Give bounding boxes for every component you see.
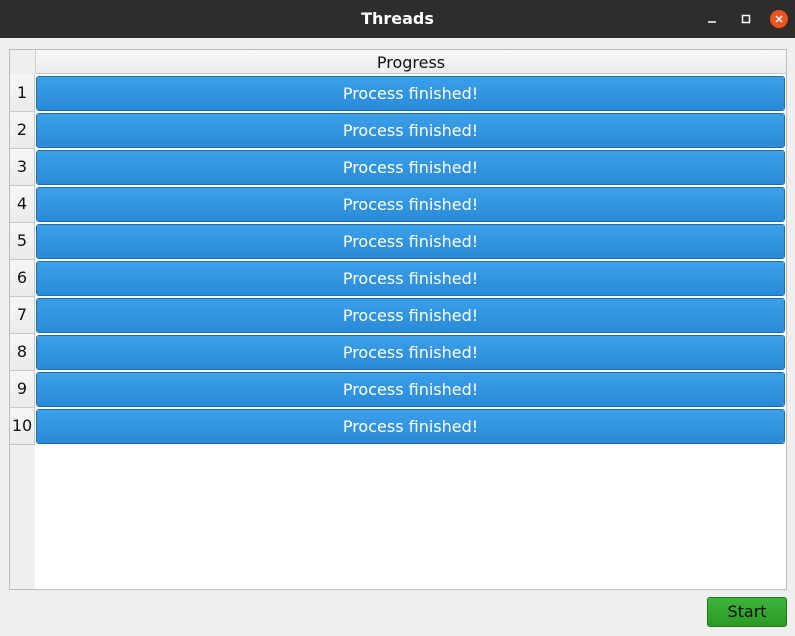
table-row[interactable]: 5 Process finished! <box>10 223 786 260</box>
progress-bar: Process finished! <box>36 261 785 296</box>
table-row[interactable]: 6 Process finished! <box>10 260 786 297</box>
title-bar[interactable]: Threads <box>0 0 795 38</box>
progress-bar: Process finished! <box>36 409 785 444</box>
progress-status-label: Process finished! <box>342 306 479 325</box>
minimize-button[interactable] <box>702 9 722 29</box>
row-header[interactable]: 3 <box>10 149 35 186</box>
progress-status-label: Process finished! <box>342 269 479 288</box>
row-header[interactable]: 1 <box>10 75 35 112</box>
progress-status-label: Process finished! <box>342 121 479 140</box>
progress-status-label: Process finished! <box>342 380 479 399</box>
progress-status-label: Process finished! <box>342 195 479 214</box>
row-header[interactable]: 6 <box>10 260 35 297</box>
progress-status-label: Process finished! <box>342 158 479 177</box>
progress-bar: Process finished! <box>36 298 785 333</box>
minimize-icon <box>708 21 716 23</box>
row-header[interactable]: 5 <box>10 223 35 260</box>
progress-bar: Process finished! <box>36 224 785 259</box>
maximize-icon <box>741 14 751 24</box>
progress-status-label: Process finished! <box>342 232 479 251</box>
progress-status-label: Process finished! <box>342 84 479 103</box>
row-header[interactable]: 4 <box>10 186 35 223</box>
threads-window: Threads Progress 1 Process finished! 2 Proc… <box>0 0 795 636</box>
progress-bar: Process finished! <box>36 76 785 111</box>
progress-status-label: Process finished! <box>342 417 479 436</box>
close-icon <box>775 15 783 23</box>
progress-bar: Process finished! <box>36 187 785 222</box>
table-row[interactable]: 7 Process finished! <box>10 297 786 334</box>
maximize-button[interactable] <box>736 9 756 29</box>
table-row[interactable]: 2 Process finished! <box>10 112 786 149</box>
start-button[interactable]: Start <box>707 597 787 627</box>
progress-bar: Process finished! <box>36 150 785 185</box>
progress-status-label: Process finished! <box>342 343 479 362</box>
table-row[interactable]: 3 Process finished! <box>10 149 786 186</box>
row-header[interactable]: 9 <box>10 371 35 408</box>
window-title: Threads <box>361 9 434 28</box>
row-header[interactable]: 8 <box>10 334 35 371</box>
table-row[interactable]: 1 Process finished! <box>10 75 786 112</box>
row-header[interactable]: 2 <box>10 112 35 149</box>
close-button[interactable] <box>769 9 789 29</box>
table-row[interactable]: 4 Process finished! <box>10 186 786 223</box>
close-button-circle <box>770 10 788 28</box>
progress-bar: Process finished! <box>36 372 785 407</box>
progress-table[interactable]: Progress 1 Process finished! 2 Process fini… <box>9 49 787 590</box>
table-row[interactable]: 10 Process finished! <box>10 408 786 445</box>
progress-bar: Process finished! <box>36 113 785 148</box>
row-header[interactable]: 10 <box>10 408 35 445</box>
table-row[interactable]: 8 Process finished! <box>10 334 786 371</box>
row-header[interactable]: 7 <box>10 297 35 334</box>
table-row[interactable]: 9 Process finished! <box>10 371 786 408</box>
table-corner[interactable] <box>10 50 35 75</box>
column-header-progress[interactable]: Progress <box>35 50 786 74</box>
progress-bar: Process finished! <box>36 335 785 370</box>
